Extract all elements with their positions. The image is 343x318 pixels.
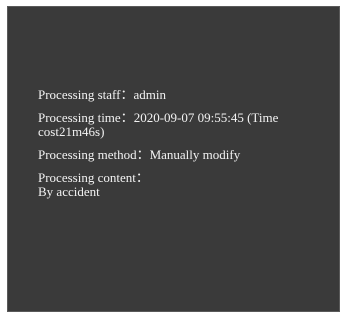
processing-method-row: Processing method：Manually modify [38, 148, 338, 162]
processing-details-panel: Processing staff：admin Processing time：2… [7, 6, 340, 312]
processing-method-label: Processing method： [38, 147, 150, 162]
processing-time-label: Processing time： [38, 110, 134, 125]
processing-staff-row: Processing staff：admin [38, 88, 338, 102]
processing-content-row: Processing content： By accident [38, 171, 338, 199]
processing-staff-value: admin [133, 87, 166, 102]
processing-method-value: Manually modify [149, 147, 241, 162]
processing-details-content: Processing staff：admin Processing time：2… [38, 88, 338, 199]
processing-time-row: Processing time：2020-09-07 09:55:45 (Tim… [38, 111, 338, 139]
processing-staff-label: Processing staff： [38, 87, 134, 102]
processing-content-label: Processing content： [38, 170, 149, 185]
processing-content-value: By accident [38, 184, 100, 199]
